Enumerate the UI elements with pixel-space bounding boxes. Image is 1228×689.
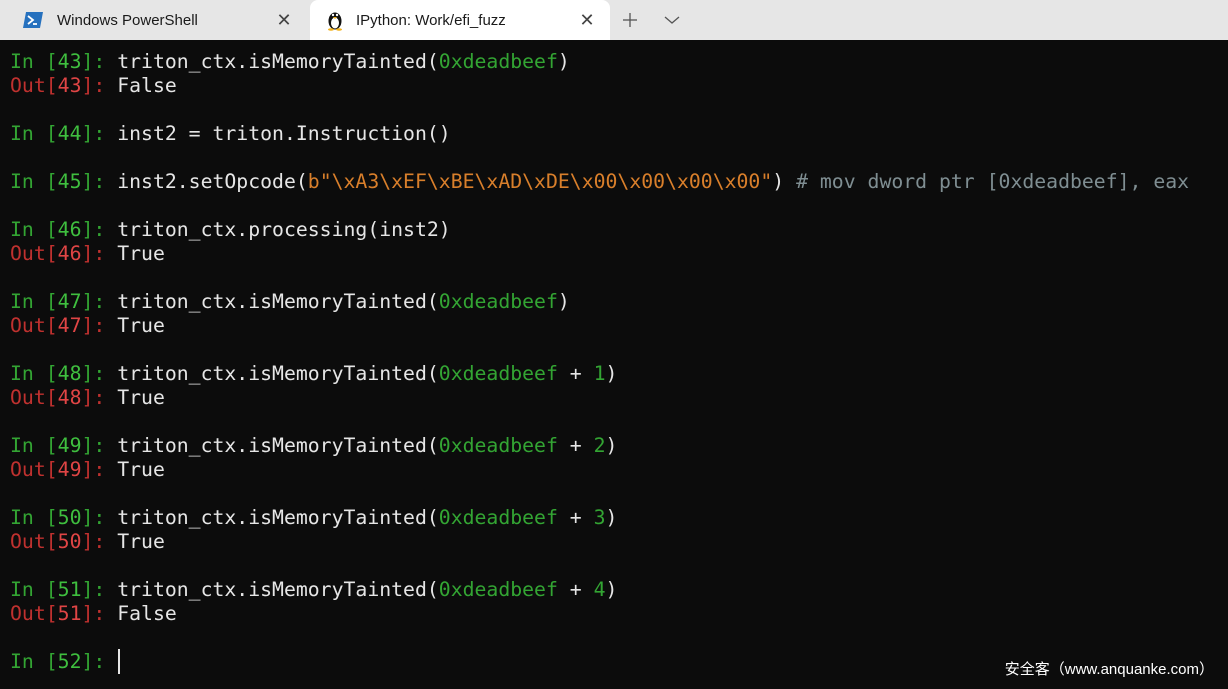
input-line: In [51]: triton_ctx.isMemoryTainted(0xde…	[10, 578, 618, 601]
terminal-output[interactable]: In [43]: triton_ctx.isMemoryTainted(0xde…	[0, 40, 1228, 689]
output-line: Out[49]: True	[10, 458, 165, 481]
close-icon[interactable]: ✕	[576, 9, 598, 31]
powershell-icon	[22, 9, 44, 31]
tux-linux-icon	[324, 9, 346, 31]
chevron-down-icon	[664, 16, 680, 24]
output-line: Out[51]: False	[10, 602, 177, 625]
input-line: In [43]: triton_ctx.isMemoryTainted(0xde…	[10, 50, 570, 73]
text-cursor	[118, 649, 120, 674]
output-line: Out[47]: True	[10, 314, 165, 337]
tab-windows-powershell[interactable]: Windows PowerShell ✕	[0, 0, 307, 40]
output-line: Out[43]: False	[10, 74, 177, 97]
output-line: Out[50]: True	[10, 530, 165, 553]
input-line: In [45]: inst2.setOpcode(b"\xA3\xEF\xBE\…	[10, 170, 1190, 193]
new-tab-button[interactable]	[618, 8, 642, 32]
output-line: Out[46]: True	[10, 242, 165, 265]
input-line: In [46]: triton_ctx.processing(inst2)	[10, 218, 451, 241]
tab-dropdown-button[interactable]	[660, 8, 684, 32]
watermark: 安全客（www.anquanke.com）	[1004, 661, 1214, 678]
plus-icon	[623, 13, 637, 27]
input-line: In [44]: inst2 = triton.Instruction()	[10, 122, 451, 145]
tab-title: Windows PowerShell	[57, 11, 198, 29]
input-line: In [47]: triton_ctx.isMemoryTainted(0xde…	[10, 290, 570, 313]
close-icon[interactable]: ✕	[273, 9, 295, 31]
input-line-active[interactable]: In [52]:	[10, 650, 117, 674]
input-line: In [50]: triton_ctx.isMemoryTainted(0xde…	[10, 506, 618, 529]
tab-ipython[interactable]: IPython: Work/efi_fuzz ✕	[310, 0, 610, 40]
input-line: In [49]: triton_ctx.isMemoryTainted(0xde…	[10, 434, 618, 457]
input-line: In [48]: triton_ctx.isMemoryTainted(0xde…	[10, 362, 618, 385]
tab-title: IPython: Work/efi_fuzz	[356, 11, 506, 29]
tab-bar: Windows PowerShell ✕ IPython: Work/efi_f…	[0, 0, 1228, 40]
output-line: Out[48]: True	[10, 386, 165, 409]
